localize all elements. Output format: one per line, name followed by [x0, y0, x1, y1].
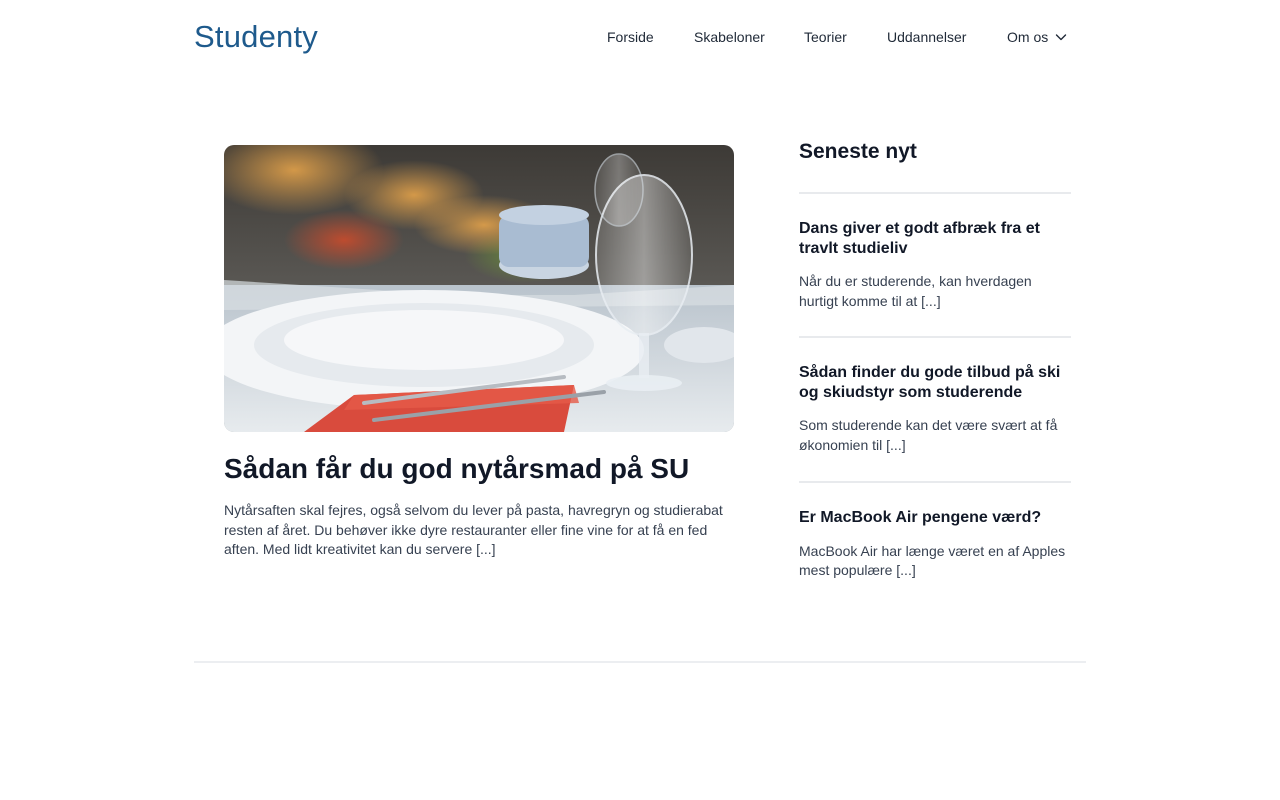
- news-item: Er MacBook Air pengene værd? MacBook Air…: [799, 508, 1071, 581]
- featured-article-title[interactable]: Sådan får du god nytårsmad på SU: [224, 451, 754, 487]
- nav-item-om-os[interactable]: Om os: [1007, 28, 1067, 46]
- nav-item-skabeloner[interactable]: Skabeloner: [694, 28, 765, 46]
- news-item-excerpt: Som studerende kan det være svært at få …: [799, 417, 1058, 453]
- news-item: Dans giver et godt afbræk fra et travlt …: [799, 219, 1071, 311]
- news-item-title[interactable]: Er MacBook Air pengene værd?: [799, 508, 1071, 528]
- news-item-title[interactable]: Sådan finder du gode tilbud på ski og sk…: [799, 363, 1071, 402]
- news-divider: [799, 336, 1071, 338]
- chevron-down-icon: [1056, 34, 1067, 41]
- news-divider: [799, 481, 1071, 483]
- sidebar-divider: [799, 192, 1071, 194]
- footer-divider: [194, 661, 1086, 663]
- sidebar-title: Seneste nyt: [799, 140, 917, 163]
- latest-news-sidebar: Seneste nyt Dans giver et godt afbræk fr…: [799, 138, 1071, 578]
- main-nav: Forside Skabeloner Teorier Uddannelser O…: [194, 28, 1086, 48]
- site-header: Studenty Forside Skabeloner Teorier Udda…: [194, 0, 1086, 74]
- news-item-excerpt: MacBook Air har længe været en af Apples…: [799, 542, 1066, 579]
- nav-item-uddannelser[interactable]: Uddannelser: [887, 28, 966, 46]
- news-item: Sådan finder du gode tilbud på ski og sk…: [799, 363, 1071, 455]
- dinner-table-photo: [224, 145, 734, 432]
- nav-item-teorier[interactable]: Teorier: [804, 28, 847, 46]
- nav-item-forside[interactable]: Forside: [607, 28, 654, 46]
- news-item-title[interactable]: Dans giver et godt afbræk fra et travlt …: [799, 219, 1071, 258]
- news-item-excerpt: Når du er studerende, kan hverdagen hurt…: [799, 273, 1032, 309]
- featured-article-image[interactable]: [224, 145, 734, 432]
- nav-item-om-os-label: Om os: [1007, 29, 1049, 45]
- featured-article-excerpt: Nytårsaften skal fejres, også selvom du …: [224, 502, 723, 557]
